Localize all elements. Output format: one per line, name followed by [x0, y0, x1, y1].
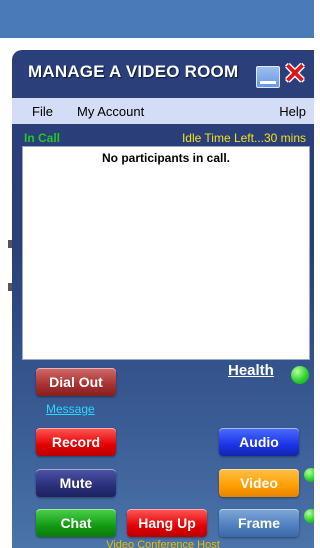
audio-button[interactable]: Audio [219, 428, 299, 456]
call-status-row: In Call Idle Time Left...30 mins [12, 126, 314, 146]
minimize-icon [260, 81, 276, 84]
title-bar[interactable]: MANAGE A VIDEO ROOM ✕ [12, 50, 314, 96]
frame-status-icon [304, 509, 314, 523]
frame-button[interactable]: Frame [219, 509, 299, 537]
background-header-bar [0, 0, 314, 38]
mute-button[interactable]: Mute [36, 469, 116, 497]
window-title: MANAGE A VIDEO ROOM [28, 62, 239, 81]
in-call-label: In Call [24, 131, 61, 145]
participants-empty-message: No participants in call. [101, 151, 231, 165]
record-button[interactable]: Record [36, 428, 116, 456]
footer-label: Video Conference Host [106, 539, 220, 548]
menu-my-account[interactable]: My Account [77, 104, 144, 119]
participants-list[interactable]: No participants in call. [22, 146, 310, 360]
message-link[interactable]: Message [46, 402, 95, 416]
menu-file[interactable]: File [32, 104, 53, 119]
close-button[interactable]: ✕ [282, 58, 308, 89]
idle-time-label: Idle Time Left...30 mins [181, 131, 306, 145]
menu-help[interactable]: Help [279, 104, 306, 119]
dial-out-button[interactable]: Dial Out [36, 368, 116, 396]
health-link[interactable]: Health [228, 362, 274, 379]
hang-up-button[interactable]: Hang Up [127, 509, 207, 537]
health-status-icon [291, 366, 309, 384]
video-status-icon [304, 468, 314, 482]
menu-bar: File My Account Help [12, 98, 314, 124]
video-room-window: MANAGE A VIDEO ROOM ✕ File My Account He… [12, 50, 314, 548]
video-button[interactable]: Video [219, 469, 299, 497]
minimize-button[interactable] [256, 66, 280, 88]
close-icon: ✕ [283, 58, 307, 89]
chat-button[interactable]: Chat [36, 509, 116, 537]
